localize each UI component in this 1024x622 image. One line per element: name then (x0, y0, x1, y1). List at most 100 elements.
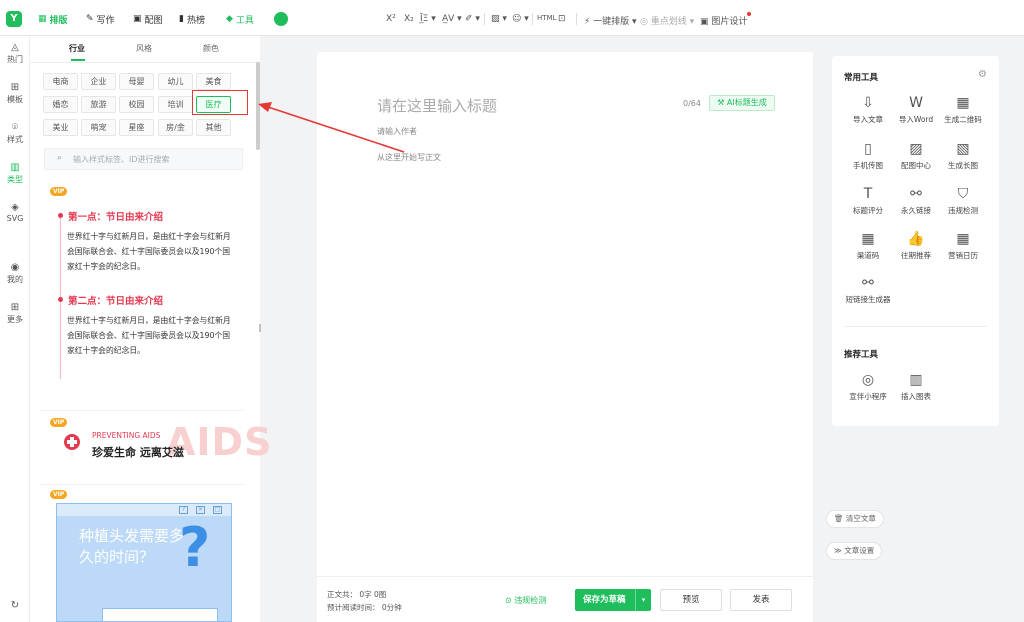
tab-industry[interactable]: 行业 (69, 43, 85, 54)
chip-other[interactable]: 其他 (196, 119, 231, 136)
collapse-panel-handle[interactable]: ‖ (258, 323, 262, 332)
tools-panel: 常用工具 ⚙ ⇩ 导入文章 W 导入Word ▦ 生成二维码 ▯ 手机传图 ▨ 配图中心 … (832, 56, 999, 426)
title-input[interactable]: 请在这里输入标题 (377, 95, 497, 116)
preview-button[interactable]: 预览 (660, 589, 722, 611)
html-button[interactable]: HTML (537, 14, 556, 22)
template-divider (40, 410, 244, 411)
tool-long-image[interactable]: ▧ 生成长图 (938, 140, 988, 171)
tool-mini-program[interactable]: ◎ 宣伴小程序 (843, 371, 893, 402)
nav-tab-write[interactable]: ✎ 写作 (86, 12, 115, 26)
chip-beauty[interactable]: 美业 (43, 119, 78, 136)
letter-spacing-button[interactable]: A̲V ▾ (442, 14, 462, 24)
insert-image-button[interactable]: ▨ ▾ (491, 14, 507, 24)
publish-button[interactable]: 发表 (730, 589, 792, 611)
tool-marketing-calendar[interactable]: ▦ 营销日历 (938, 230, 988, 261)
tool-channel-code[interactable]: ▦ 渠道码 (843, 230, 893, 261)
word-icon: W (909, 95, 923, 111)
chip-finance[interactable]: 房/金 (158, 119, 193, 136)
template-heading-2[interactable]: 第二点：节日由来介绍 (68, 293, 163, 307)
body-editor[interactable]: 从这里开始写正文 (377, 152, 441, 163)
violation-check-link[interactable]: ⊙ 违规检测 (505, 595, 546, 606)
chain-icon: ⚯ (862, 275, 874, 291)
layout-icon: ▦ (38, 14, 47, 24)
gear-icon[interactable]: ⚙ (978, 69, 987, 80)
style-search-input[interactable]: ⌕ 输入样式标签、ID进行搜索 (44, 148, 243, 170)
medical-cross-icon (64, 434, 80, 450)
tool-insert-chart[interactable]: ▥ 插入图表 (891, 371, 941, 402)
template-aids-banner[interactable]: AIDS PREVENTING AIDS 珍爱生命 远离艾滋 (58, 420, 271, 468)
superscript-button[interactable]: X² (386, 14, 396, 24)
app-logo[interactable]: Y (6, 11, 22, 27)
chip-kids[interactable]: 幼儿 (158, 73, 193, 90)
sidebar-item-mine[interactable]: ◉ 我的 (0, 262, 30, 285)
panel-scrollbar[interactable] (256, 62, 260, 150)
briefcase-icon[interactable]: ⊡ (558, 14, 566, 24)
style-icon: ⌾ (12, 122, 18, 133)
image-design-button[interactable]: ▣ 图片设计 (700, 12, 752, 27)
sidebar-item-types[interactable]: ▥ 类型 (0, 162, 30, 185)
toolbar-divider (576, 13, 577, 25)
one-click-layout-button[interactable]: ⚡ 一键排版 ▾ (584, 14, 637, 27)
sidebar-item-templates[interactable]: ⊞ 模板 (0, 82, 30, 105)
chip-training[interactable]: 培训 (158, 96, 193, 113)
template-paragraph-1[interactable]: 世界红十字与红新月日，是由红十字会与红新月会国际联合会、红十字国际委员会以及19… (67, 229, 237, 274)
chip-travel[interactable]: 旅游 (81, 96, 116, 113)
search-icon: ⌕ (57, 153, 63, 163)
nav-tab-tools[interactable]: ◆ 工具 (226, 12, 254, 26)
recommended-tools-title: 推荐工具 (844, 350, 879, 360)
chip-pets[interactable]: 萌宠 (81, 119, 116, 136)
tool-qrcode[interactable]: ▦ 生成二维码 (938, 94, 988, 125)
tool-past-recommend[interactable]: 👍 往期推荐 (891, 230, 941, 261)
tool-image-center[interactable]: ▨ 配图中心 (891, 140, 941, 171)
tool-permanent-link[interactable]: ⚯ 永久链接 (891, 185, 941, 216)
tool-short-link[interactable]: ⚯ 短链接生成器 (841, 274, 895, 305)
chip-campus[interactable]: 校园 (119, 96, 154, 113)
sidebar-item-styles[interactable]: ⌾ 样式 (0, 122, 30, 145)
template-heading-1[interactable]: 第一点：节日由来介绍 (68, 209, 163, 223)
chip-enterprise[interactable]: 企业 (81, 73, 116, 90)
clear-article-button[interactable]: 🗑 清空文章 (826, 510, 884, 528)
author-input[interactable]: 请输入作者 (377, 126, 417, 137)
tool-violation-check[interactable]: ⛉ 违规检测 (938, 185, 988, 216)
chevron-down-icon[interactable]: ▾ (635, 589, 651, 611)
tool-import-article[interactable]: ⇩ 导入文章 (843, 94, 893, 125)
ai-title-button[interactable]: ⚒ AI标题生成 (709, 95, 775, 111)
download-icon: ⇩ (862, 95, 874, 111)
clear-format-button[interactable]: ✐ ▾ (465, 14, 480, 24)
tab-style[interactable]: 风格 (136, 43, 152, 54)
tool-import-word[interactable]: W 导入Word (891, 94, 941, 125)
nav-tab-images[interactable]: ▣ 配图 (133, 12, 163, 26)
article-settings-button[interactable]: ≫ 文章设置 (826, 542, 883, 560)
sidebar-item-more[interactable]: ⊞ 更多 (0, 302, 30, 325)
picture-icon: ▨ (909, 141, 923, 157)
emoji-button[interactable]: ☺ ▾ (512, 14, 529, 24)
save-draft-button[interactable]: 保存为草稿 ▾ (575, 589, 651, 611)
vip-badge: VIP (50, 187, 68, 196)
chip-maternity[interactable]: 母婴 (119, 73, 154, 90)
help-icon[interactable]: ↻ (0, 600, 30, 612)
key-underline-button[interactable]: ◎ 重点划线 ▾ (640, 14, 694, 27)
sidebar-item-svg[interactable]: ◈ SVG (0, 202, 30, 223)
nav-tab-trending[interactable]: ▮ 热榜 (179, 12, 205, 26)
chip-romance[interactable]: 婚恋 (43, 96, 78, 113)
chip-ecommerce[interactable]: 电商 (43, 73, 78, 90)
template-hair-card[interactable]: ? ✕ □ 种植头发需要多久的时间？ ? (56, 503, 232, 622)
sidebar-item-hot[interactable]: ◬ 热门 (0, 42, 30, 65)
shield-icon: ⛉ (957, 186, 969, 202)
subscript-button[interactable]: X₂ (404, 14, 414, 24)
thumbs-up-icon: 👍 (907, 231, 925, 247)
nav-tab-layout[interactable]: ▦ 排版 (38, 12, 68, 26)
vip-badge: VIP (50, 490, 68, 499)
tool-title-score[interactable]: T 标题评分 (843, 185, 893, 216)
highlight-box (192, 90, 248, 115)
indent-button[interactable]: Ī̲Ξ ▾ (420, 14, 436, 24)
chip-food[interactable]: 美食 (196, 73, 231, 90)
pen-icon: ✎ (86, 14, 94, 24)
tab-color[interactable]: 颜色 (203, 43, 219, 54)
tool-phone-upload[interactable]: ▯ 手机传图 (843, 140, 893, 171)
template-paragraph-2[interactable]: 世界红十字与红新月日，是由红十字会与红新月会国际联合会、红十字国际委员会以及19… (67, 313, 237, 358)
long-image-icon: ▧ (956, 141, 970, 157)
phone-icon: ▯ (864, 141, 872, 157)
chip-zodiac[interactable]: 星座 (119, 119, 154, 136)
feature-toggle[interactable] (274, 12, 288, 26)
